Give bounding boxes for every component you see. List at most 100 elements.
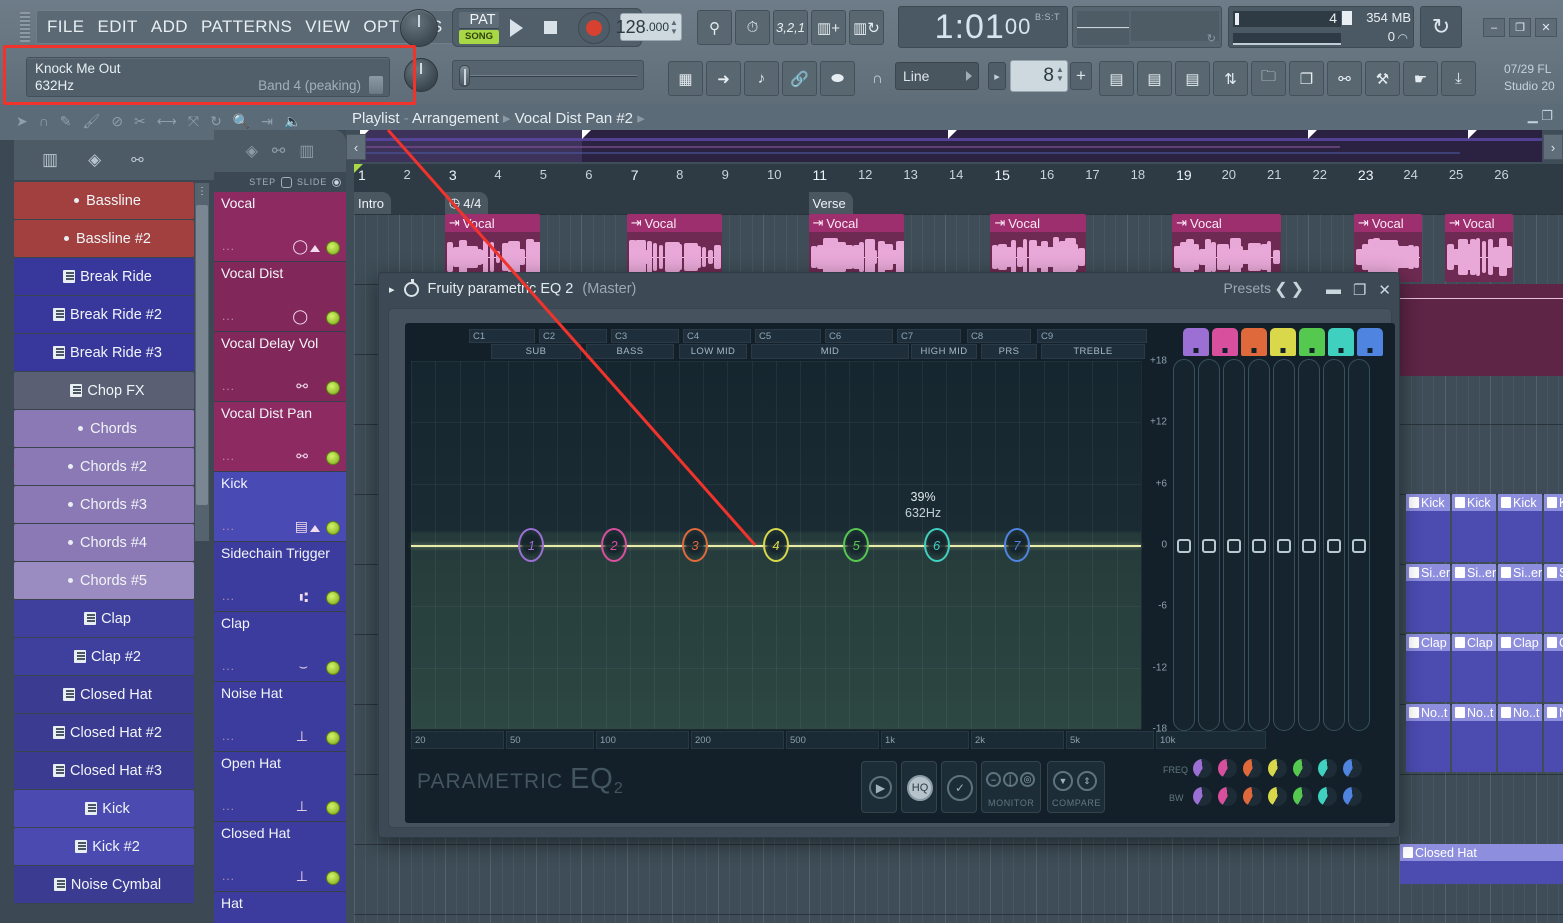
gain-slider[interactable] [1223, 359, 1245, 731]
bw-knob-row[interactable] [1193, 787, 1393, 809]
pattern-item[interactable]: Break Ride #2 [14, 296, 194, 334]
clip-header[interactable]: No..t [1406, 704, 1450, 721]
eq-parameter-knob[interactable] [1218, 787, 1237, 806]
gain-slider[interactable] [1248, 359, 1270, 731]
track-enable-led[interactable] [326, 521, 340, 535]
step-toggle[interactable] [281, 177, 292, 188]
eq-minimize-button[interactable]: ▬ [1326, 281, 1341, 299]
track-header[interactable]: Vocal Dist... ◯ [214, 262, 346, 332]
menu-item-add[interactable]: ADD [151, 17, 188, 37]
knob-tool-icon[interactable]: ⬬ [820, 61, 855, 96]
eq-parameter-knob[interactable] [1293, 759, 1312, 778]
clip-header[interactable]: ⇥ Vocal [990, 214, 1085, 232]
link-icon[interactable]: 🔗 [782, 61, 817, 96]
playlist-window-icon[interactable]: ▤ [1099, 61, 1134, 96]
eq-band-tab[interactable] [1328, 328, 1354, 356]
gain-slider-handle[interactable] [1177, 539, 1191, 553]
track-menu-dots[interactable]: ... [222, 449, 235, 463]
pattern-item[interactable]: Closed Hat [14, 676, 194, 714]
clip-header[interactable]: ⇥ Vocal [627, 214, 722, 232]
slide-toggle[interactable] [332, 178, 341, 187]
pattern-spinner[interactable]: ▲ ▼ [1056, 65, 1064, 85]
eq-hq-button[interactable]: HQ [901, 761, 937, 813]
meter-reset-icon[interactable]: ↻ [1207, 32, 1216, 45]
track-header[interactable]: Hat...⊥ [214, 892, 346, 923]
grid-view-icon[interactable]: ▥ [299, 141, 314, 161]
eq-presets-label[interactable]: Presets [1224, 280, 1271, 296]
metronome-icon[interactable]: ⚲ [697, 10, 732, 45]
track-header[interactable]: Clap... ⌣ [214, 612, 346, 682]
eq-display[interactable]: C1 C2 C3 C4 C5 C6 C7 C8 C9 SUB BASS LOW MID MID HIGH… [405, 323, 1395, 823]
audio-clip[interactable] [1400, 284, 1563, 376]
breadcrumb-item[interactable]: Vocal Dist Pan #2 [515, 110, 633, 127]
pattern-item[interactable]: Bassline [14, 182, 194, 220]
master-pitch-knob[interactable] [404, 58, 438, 92]
compare-updown-icon[interactable]: ⇕ [1077, 771, 1097, 791]
clip-header[interactable]: Kick [1406, 494, 1450, 511]
monitor-mid-icon[interactable]: │ [1003, 772, 1018, 787]
pattern-clip[interactable]: Si..er [1498, 564, 1542, 632]
clip-header[interactable]: Kick [1498, 494, 1542, 511]
time-display[interactable]: 1:01 00 B:S:T [898, 6, 1068, 48]
pattern-prev-button[interactable]: ▸ [988, 62, 1006, 90]
pattern-clip[interactable]: Clap [1498, 634, 1542, 702]
wave-view-icon[interactable]: ◈ [246, 141, 258, 161]
pattern-clip[interactable]: No..t [1406, 704, 1450, 772]
hat-icon[interactable]: ⊥ [296, 728, 308, 745]
snap-selector[interactable]: Line [895, 62, 979, 90]
pattern-item[interactable]: Chords #2 [14, 448, 194, 486]
browser-icon[interactable]: 🗀 [1251, 61, 1286, 96]
eq-band-tab[interactable] [1299, 328, 1325, 356]
eq-compare-group[interactable]: ▼ ⇕ COMPARE [1047, 761, 1105, 813]
mic-icon[interactable]: ⚒ [1365, 61, 1400, 96]
mouth-icon[interactable]: ◯ [292, 238, 308, 255]
gain-slider[interactable] [1173, 359, 1195, 731]
eq-monitor-group[interactable]: − │ ◎ MONITOR [981, 761, 1041, 813]
pattern-clip[interactable]: Kick [1498, 494, 1542, 562]
mute-icon[interactable]: ⊘ [111, 113, 123, 130]
pattern-clip[interactable]: Closed Hat [1400, 844, 1563, 884]
routing-icon[interactable]: ⑆ [300, 589, 308, 605]
add-pattern-button[interactable]: + [1070, 62, 1092, 90]
track-header[interactable]: Vocal... ◯ [214, 192, 346, 262]
track-expand-icon[interactable] [310, 525, 320, 532]
tempo-spinner[interactable]: ▲ ▼ [670, 18, 678, 38]
arrangement-marker[interactable]: ◷ 4/4 [445, 192, 488, 214]
track-enable-led[interactable] [326, 871, 340, 885]
track-menu-dots[interactable]: ... [222, 379, 235, 393]
breadcrumb-root[interactable]: Playlist [352, 110, 400, 127]
pattern-item[interactable]: Clap [14, 600, 194, 638]
eq-parameter-knob[interactable] [1318, 759, 1337, 778]
eq-parameter-knob[interactable] [1193, 787, 1212, 806]
freq-knob-row[interactable] [1193, 759, 1393, 781]
track-enable-led[interactable] [326, 311, 340, 325]
eq-parameter-knob[interactable] [1193, 759, 1212, 778]
eq-response-plot[interactable]: 1 2 3 4 5 6 7 [411, 361, 1141, 729]
check-icon[interactable]: ✓ [947, 775, 973, 801]
pattern-clip[interactable]: Kick [1406, 494, 1450, 562]
clip-header[interactable]: Clap [1452, 634, 1496, 651]
pattern-item[interactable]: Closed Hat #2 [14, 714, 194, 752]
song-mode-label[interactable]: SONG [459, 30, 499, 44]
audio-clip[interactable]: ⇥ Vocal [1445, 214, 1513, 282]
track-enable-led[interactable] [326, 451, 340, 465]
eq-band-handle[interactable]: 2 [601, 528, 627, 562]
scroll-thumb[interactable] [196, 205, 208, 505]
paint-icon[interactable]: 🖌 [83, 113, 101, 130]
mouth-icon[interactable]: ◯ [292, 308, 308, 325]
menu-item-edit[interactable]: EDIT [98, 17, 138, 37]
pattern-item[interactable]: Clap #2 [14, 638, 194, 676]
magnifier-icon[interactable]: 🔍 [233, 113, 250, 130]
clip-header[interactable]: Clap [1498, 634, 1542, 651]
mixer-icon[interactable]: ⇅ [1213, 61, 1248, 96]
minimize-button[interactable]: – [1483, 18, 1505, 37]
pattern-list[interactable]: Bassline Bassline #2 Break Ride Break Ride … [14, 182, 194, 923]
countdown-icon[interactable]: 3,2,1 [773, 10, 808, 45]
cursor-icon[interactable]: ➤ [16, 113, 28, 130]
clip-header[interactable]: Si..er [1406, 564, 1450, 581]
gear-icon[interactable] [404, 282, 419, 297]
track-enable-led[interactable] [326, 591, 340, 605]
track-menu-dots[interactable]: ... [222, 589, 235, 603]
pattern-clip[interactable]: Kick [1544, 494, 1563, 562]
track-enable-led[interactable] [326, 731, 340, 745]
